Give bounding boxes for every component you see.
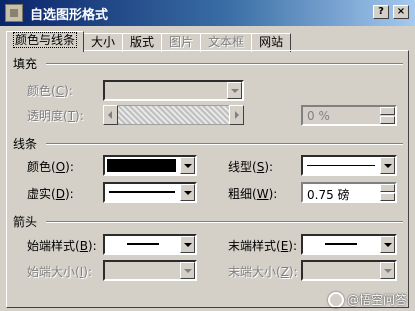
help-button[interactable]: ? bbox=[373, 5, 389, 19]
app-icon bbox=[5, 4, 23, 22]
window-title: 自选图形格式 bbox=[30, 8, 109, 23]
tab-panel bbox=[6, 50, 409, 308]
tab-strip: 颜色与线条 大小 版式 图片 文本框 网站 bbox=[6, 31, 292, 52]
close-button[interactable]: × bbox=[393, 5, 409, 19]
title-bar: 自选图形格式 ? × bbox=[0, 0, 415, 26]
tab-colors-lines[interactable]: 颜色与线条 bbox=[6, 31, 85, 52]
